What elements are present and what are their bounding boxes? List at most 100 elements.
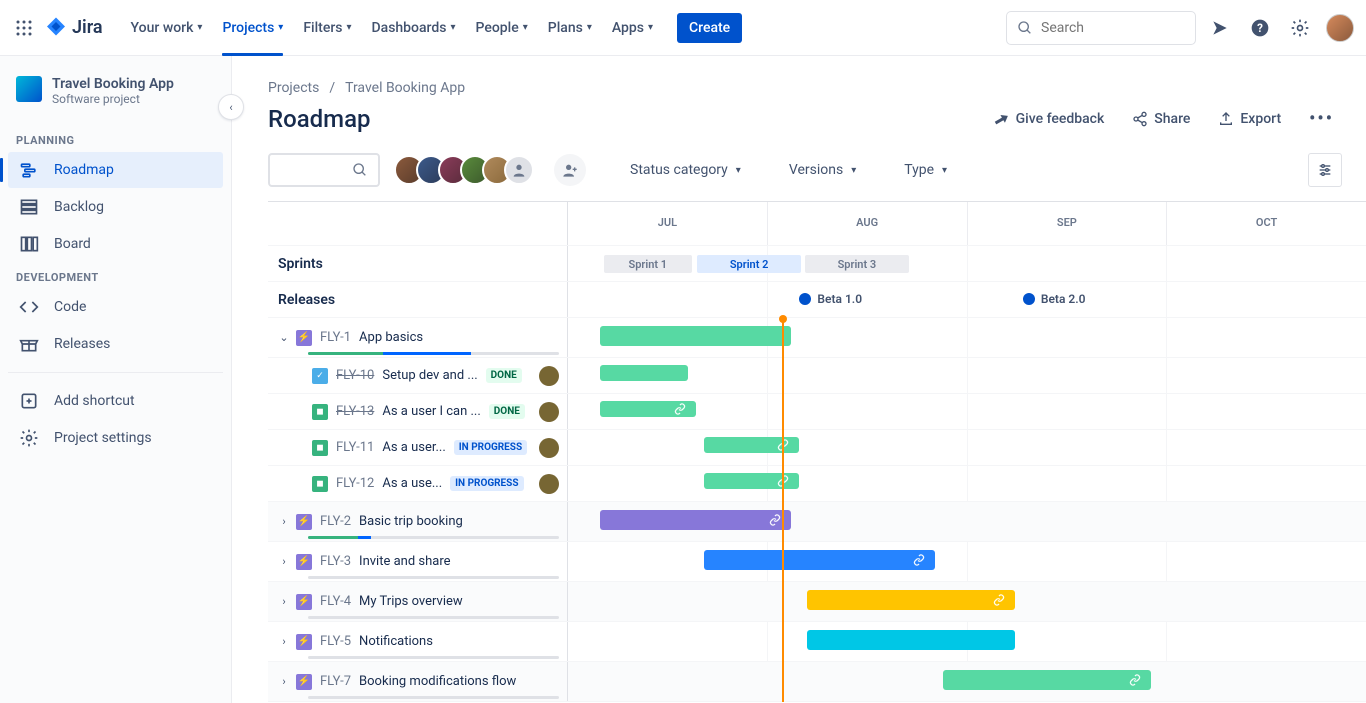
expand-toggle[interactable]: › — [276, 555, 292, 568]
nav-item-projects[interactable]: Projects▾ — [214, 14, 291, 42]
sprint-pill[interactable]: Sprint 1 — [604, 255, 692, 273]
timeline-bar[interactable] — [600, 326, 792, 346]
settings-icon[interactable] — [1284, 12, 1316, 44]
breadcrumb-separator: / — [329, 80, 335, 96]
sidebar-item-add-shortcut[interactable]: Add shortcut — [8, 383, 223, 419]
release-marker[interactable]: Beta 1.0 — [799, 292, 862, 306]
add-people-button[interactable] — [554, 154, 586, 186]
issue-key[interactable]: FLY-13 — [336, 404, 374, 419]
nav-item-dashboards[interactable]: Dashboards▾ — [364, 14, 464, 42]
child-issue-row: ◼FLY-12As a use...IN PROGRESS — [268, 466, 1366, 502]
expand-toggle[interactable]: › — [276, 595, 292, 608]
main-content: Projects / Travel Booking App Roadmap Gi… — [232, 56, 1366, 703]
more-actions-button[interactable]: ••• — [1301, 102, 1342, 135]
export-button[interactable]: Export — [1210, 105, 1289, 133]
share-button[interactable]: Share — [1124, 105, 1198, 133]
link-icon — [775, 473, 791, 489]
issue-key[interactable]: FLY-1 — [320, 330, 351, 345]
assignee-avatar[interactable] — [539, 366, 559, 386]
expand-toggle[interactable]: ⌄ — [276, 331, 292, 344]
assignee-avatar[interactable] — [539, 438, 559, 458]
story-icon: ◼ — [312, 476, 328, 492]
epic-icon: ⚡ — [296, 634, 312, 650]
timeline-bar[interactable] — [704, 473, 800, 489]
nav-item-plans[interactable]: Plans▾ — [540, 14, 600, 42]
issue-key[interactable]: FLY-3 — [320, 554, 351, 569]
jira-logo[interactable]: Jira — [44, 16, 103, 40]
issue-key[interactable]: FLY-11 — [336, 440, 374, 455]
sidebar-item-backlog[interactable]: Backlog — [8, 189, 223, 225]
issue-key[interactable]: FLY-2 — [320, 514, 351, 529]
issue-key[interactable]: FLY-7 — [320, 674, 351, 689]
epic-row: ›⚡FLY-4My Trips overview — [268, 582, 1366, 622]
versions-filter[interactable]: Versions▾ — [785, 158, 860, 182]
child-issue-row: ✓FLY-10Setup dev and ...DONE — [268, 358, 1366, 394]
issue-key[interactable]: FLY-4 — [320, 594, 351, 609]
app-switcher-icon[interactable] — [12, 16, 36, 40]
product-name: Jira — [72, 17, 103, 38]
page-title: Roadmap — [268, 105, 972, 133]
expand-toggle[interactable]: › — [276, 675, 292, 688]
timeline-bar[interactable] — [943, 670, 1150, 690]
search-box[interactable] — [1006, 11, 1196, 45]
issue-key[interactable]: FLY-12 — [336, 476, 374, 491]
breadcrumb-root[interactable]: Projects — [268, 80, 319, 96]
sidebar-item-code[interactable]: Code — [8, 289, 223, 325]
link-icon — [991, 592, 1007, 608]
help-icon[interactable]: ? — [1244, 12, 1276, 44]
filter-search-input[interactable] — [268, 153, 380, 187]
view-settings-button[interactable] — [1308, 153, 1342, 187]
issue-key[interactable]: FLY-10 — [336, 368, 374, 383]
issue-key[interactable]: FLY-5 — [320, 634, 351, 649]
sidebar-item-board[interactable]: Board — [8, 226, 223, 262]
status-category-filter[interactable]: Status category▾ — [626, 158, 745, 182]
assignee-filter-avatars[interactable] — [394, 155, 534, 185]
sidebar-item-releases[interactable]: Releases — [8, 326, 223, 362]
sprints-row-label: Sprints — [268, 246, 568, 281]
project-icon — [16, 76, 42, 102]
story-icon: ◼ — [312, 404, 328, 420]
assignee-avatar[interactable] — [539, 402, 559, 422]
type-filter[interactable]: Type▾ — [900, 158, 951, 182]
assignee-avatar[interactable] — [539, 474, 559, 494]
give-feedback-button[interactable]: Give feedback — [984, 104, 1113, 134]
link-icon — [775, 437, 791, 453]
user-avatar[interactable] — [1326, 14, 1354, 42]
sprint-pill[interactable]: Sprint 2 — [697, 255, 801, 273]
release-marker[interactable]: Beta 2.0 — [1023, 292, 1086, 306]
epic-icon: ⚡ — [296, 594, 312, 610]
expand-toggle[interactable]: › — [276, 635, 292, 648]
nav-item-apps[interactable]: Apps▾ — [604, 14, 661, 42]
timeline-bar[interactable] — [704, 437, 800, 453]
task-icon: ✓ — [312, 368, 328, 384]
nav-item-your-work[interactable]: Your work▾ — [123, 14, 211, 42]
timeline-bar[interactable] — [600, 401, 696, 417]
create-button[interactable]: Create — [677, 13, 742, 43]
unassigned-avatar[interactable] — [504, 155, 534, 185]
timeline-bar[interactable] — [600, 365, 688, 381]
search-input[interactable] — [1041, 20, 1219, 36]
issue-title: App basics — [359, 330, 423, 345]
notifications-icon[interactable] — [1204, 12, 1236, 44]
expand-toggle[interactable]: › — [276, 515, 292, 528]
timeline-bar[interactable] — [600, 510, 792, 530]
project-header[interactable]: Travel Booking App Software project — [8, 76, 223, 126]
breadcrumb-current[interactable]: Travel Booking App — [345, 80, 465, 96]
status-badge: DONE — [489, 404, 525, 419]
nav-item-filters[interactable]: Filters▾ — [295, 14, 359, 42]
link-icon — [672, 401, 688, 417]
link-icon — [1127, 672, 1143, 688]
link-icon — [767, 512, 783, 528]
search-icon — [1017, 20, 1033, 36]
sidebar-collapse-button[interactable]: ‹ — [218, 94, 244, 120]
issue-title: Invite and share — [359, 554, 450, 569]
timeline-bar[interactable] — [704, 550, 935, 570]
epic-row: ›⚡FLY-3Invite and share — [268, 542, 1366, 582]
nav-item-people[interactable]: People▾ — [468, 14, 536, 42]
issue-title: As a user I can ... — [382, 404, 480, 419]
timeline-bar[interactable] — [807, 630, 1014, 650]
sprint-pill[interactable]: Sprint 3 — [805, 255, 909, 273]
sidebar-item-roadmap[interactable]: Roadmap — [8, 152, 223, 188]
timeline-bar[interactable] — [807, 590, 1014, 610]
sidebar-item-project-settings[interactable]: Project settings — [8, 420, 223, 456]
